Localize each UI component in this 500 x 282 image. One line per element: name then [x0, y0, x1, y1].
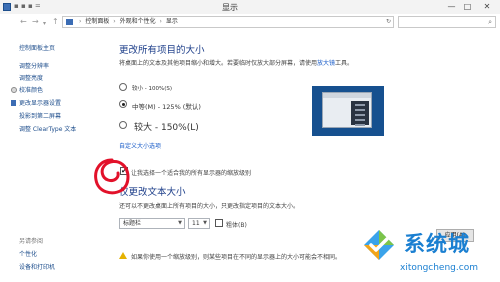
breadcrumb-separator: ›: [79, 18, 82, 25]
watermark-brand: 系统城: [404, 232, 470, 256]
sidebar: 控制面板主页 调整分辨率 调整亮度 校准颜色 更改显示器设置 投影到第二屏幕 调…: [0, 30, 100, 282]
breadcrumb-separator: ›: [113, 18, 116, 25]
forward-button[interactable]: →: [32, 17, 39, 27]
sidebar-item-label: 校准颜色: [19, 87, 44, 94]
scale-level-label: 让我选择一个适合我的所有显示器的缩放级别: [131, 170, 252, 177]
sidebar-item-monitor-settings[interactable]: 更改显示器设置: [11, 98, 61, 107]
address-row: ← → ▾ ↑ › 控制面板 › 外观和个性化 › 显示 ↻ ⌕: [0, 14, 500, 30]
sidebar-item-calibrate[interactable]: 校准颜色: [11, 85, 43, 94]
back-button[interactable]: ←: [20, 17, 27, 27]
shield-icon: [11, 100, 16, 106]
close-button[interactable]: ✕: [476, 1, 498, 12]
see-also-heading: 另请参阅: [19, 238, 44, 245]
watermark-url: xitongcheng.com: [400, 263, 478, 273]
preview-window: [322, 92, 372, 128]
size-description-tail: 工具。: [335, 60, 354, 67]
sidebar-item-cleartype[interactable]: 调整 ClearType 文本: [19, 124, 76, 133]
title-bar: ▪ ▪ ▪ = 显示 — □ ✕: [0, 0, 500, 14]
text-size-description: 还可以不更改桌面上所有项目的大小，只更改指定项目的文本大小。: [119, 203, 300, 210]
sidebar-item-label: 更改显示器设置: [19, 100, 62, 107]
sidebar-item-personalization[interactable]: 个性化: [19, 249, 37, 258]
size-option-small-label: 较小 - 100%(S): [132, 86, 172, 92]
breadcrumb-separator: ›: [159, 18, 162, 25]
maximize-button[interactable]: □: [460, 1, 475, 12]
size-heading: 更改所有项目的大小: [119, 45, 205, 56]
control-panel-icon: [3, 3, 11, 11]
color-calibration-icon: [11, 87, 17, 93]
refresh-icon[interactable]: ↻: [386, 17, 391, 27]
font-size-value: 11: [192, 220, 200, 227]
magnifier-link[interactable]: 放大镜: [317, 60, 335, 67]
preview-window-titlebar: [323, 93, 371, 98]
minimize-button[interactable]: —: [444, 1, 459, 12]
bold-label: 粗体(B): [226, 222, 247, 229]
search-input[interactable]: ⌕: [398, 16, 496, 28]
breadcrumb-display[interactable]: 显示: [166, 18, 178, 25]
watermark: 系统城 xitongcheng.com: [360, 222, 500, 282]
size-description-text: 将桌面上的文本及其他项目缩小和增大。若要临时仅放大部分屏幕，请使用: [119, 60, 318, 67]
size-option-large-radio[interactable]: [119, 121, 127, 129]
control-panel-icon: [66, 19, 73, 25]
search-icon[interactable]: ⌕: [488, 17, 492, 27]
size-option-large-label: 较大 - 150%(L): [134, 123, 199, 133]
sidebar-item-resolution[interactable]: 调整分辨率: [19, 61, 49, 70]
custom-size-link[interactable]: 自定义大小选项: [119, 141, 161, 150]
warning-icon: [119, 252, 127, 259]
chevron-down-icon: ▼: [203, 220, 207, 226]
recent-locations-button[interactable]: ▾: [43, 19, 46, 29]
sidebar-item-devices-printers[interactable]: 设备和打印机: [19, 262, 55, 271]
breadcrumb-control-panel[interactable]: 控制面板: [85, 18, 109, 25]
address-bar[interactable]: › 控制面板 › 外观和个性化 › 显示 ↻: [62, 16, 394, 28]
text-item-value: 标题栏: [123, 220, 142, 227]
breadcrumb-appearance[interactable]: 外观和个性化: [120, 18, 156, 25]
size-option-medium-radio[interactable]: [119, 100, 127, 108]
font-size-select[interactable]: 11 ▼: [188, 218, 210, 229]
display-preview: [312, 86, 384, 136]
text-item-select[interactable]: 标题栏 ▼: [119, 218, 185, 229]
bold-checkbox[interactable]: [215, 219, 223, 227]
sidebar-item-brightness[interactable]: 调整亮度: [19, 73, 43, 82]
quick-access-icons[interactable]: ▪ ▪ ▪ =: [14, 2, 41, 10]
sidebar-item-project[interactable]: 投影到第二屏幕: [19, 111, 61, 120]
size-option-small-radio[interactable]: [119, 83, 127, 91]
up-button[interactable]: ↑: [52, 17, 59, 27]
size-option-medium-label: 中等(M) - 125% (默认): [132, 103, 201, 111]
red-annotation-circle: [94, 158, 130, 195]
warning-text: 如果你使用一个缩放级别，则某些项目在不同的显示器上的大小可能会不相同。: [131, 254, 342, 261]
preview-window-panel: [351, 101, 369, 126]
sidebar-home-link[interactable]: 控制面板主页: [19, 43, 55, 52]
size-description: 将桌面上的文本及其他项目缩小和增大。若要临时仅放大部分屏幕，请使用放大镜工具。: [119, 58, 353, 67]
brand-logo-icon: [364, 230, 394, 260]
window-title: 显示: [222, 3, 238, 12]
chevron-down-icon: ▼: [178, 220, 182, 226]
